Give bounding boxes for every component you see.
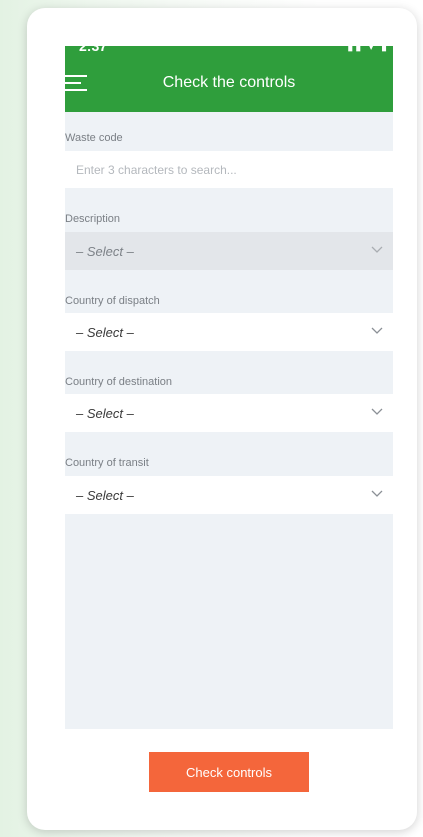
country-of-destination-select[interactable]: – Select – (65, 394, 393, 432)
page-title: Check the controls (162, 74, 296, 91)
country-of-dispatch-label: Country of dispatch (65, 295, 160, 307)
app-bar: Check the controls (65, 56, 393, 112)
country-of-transit-label: Country of transit (65, 457, 149, 469)
country-of-transit-select-value: – Select – (76, 488, 134, 503)
description-select[interactable]: – Select – (65, 232, 393, 270)
check-controls-button[interactable]: Check controls (149, 752, 309, 792)
chevron-down-icon (371, 327, 383, 334)
phone-screen: 2:37 ▮▮ ▾ ▮ Check the controls Waste cod… (65, 46, 393, 729)
country-of-dispatch-select-value: – Select – (76, 325, 134, 340)
chevron-down-icon (371, 246, 383, 253)
status-icons: ▮▮ ▾ ▮ (347, 46, 389, 53)
country-of-destination-label: Country of destination (65, 376, 173, 388)
waste-code-input[interactable] (65, 151, 376, 188)
country-of-destination-select-value: – Select – (76, 406, 134, 421)
description-select-value: – Select – (76, 244, 134, 259)
waste-code-field[interactable] (65, 151, 393, 188)
chevron-down-icon (371, 408, 383, 415)
country-of-transit-select[interactable]: – Select – (65, 476, 393, 514)
status-bar: 2:37 ▮▮ ▾ ▮ (65, 46, 393, 56)
country-of-dispatch-select[interactable]: – Select – (65, 313, 393, 351)
chevron-down-icon (371, 490, 383, 497)
status-time: 2:37 (79, 46, 108, 54)
waste-code-label: Waste code (65, 132, 123, 144)
card-frame: 2:37 ▮▮ ▾ ▮ Check the controls Waste cod… (27, 8, 417, 830)
description-label: Description (65, 213, 121, 225)
